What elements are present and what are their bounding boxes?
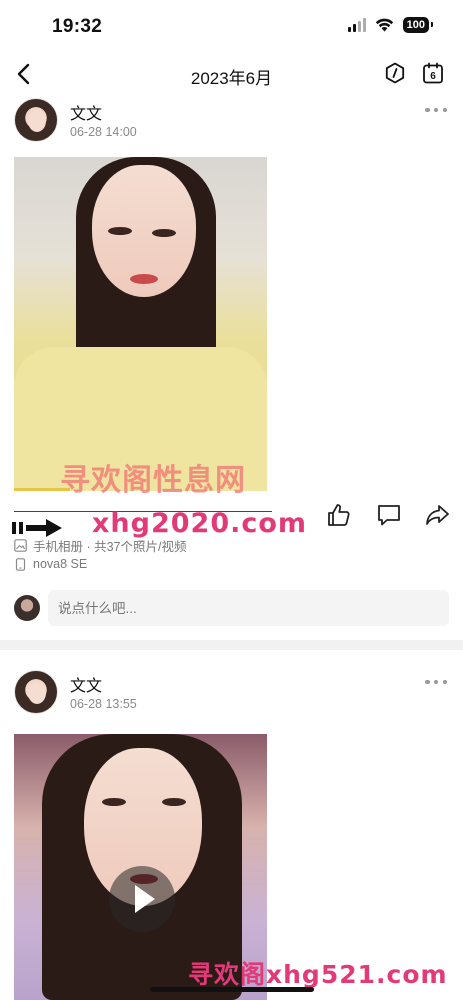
avatar[interactable] [14, 98, 58, 142]
watermark-text: 寻欢阁性息网 [60, 463, 246, 498]
play-button[interactable] [109, 866, 175, 932]
status-bar: 19:32 100 [0, 0, 463, 52]
album-icon [14, 539, 27, 552]
post-time: 06-28 14:00 [70, 125, 137, 139]
device-row: nova8 SE [14, 557, 87, 571]
moments-feed[interactable]: 文文 06-28 14:00 手机相册 · 共37个照片/视频 nova8 SE… [0, 96, 463, 1000]
like-icon[interactable] [326, 502, 352, 528]
watermark-arrow-icon [12, 519, 62, 537]
wifi-icon [375, 18, 393, 32]
post-photo[interactable] [14, 157, 267, 491]
post-header: 文文 06-28 13:55 [14, 670, 449, 718]
post-card: 文文 06-28 13:55 [0, 650, 463, 1000]
watermark-bottom: 寻欢阁xhg521.com [188, 960, 448, 989]
cellular-signal-icon [347, 18, 366, 32]
more-options-button[interactable] [425, 678, 447, 686]
post-card: 文文 06-28 14:00 手机相册 · 共37个照片/视频 nova8 SE… [0, 96, 463, 640]
comment-row [14, 590, 449, 626]
calendar-icon[interactable]: 6 [421, 61, 445, 85]
nav-bar: 2023年6月 6 [0, 52, 463, 96]
feed-divider [0, 640, 463, 650]
author-name[interactable]: 文文 [70, 100, 102, 124]
battery-icon: 100 [402, 17, 434, 33]
device-name: nova8 SE [33, 557, 88, 571]
comment-input[interactable] [48, 590, 449, 626]
nav-actions: 6 [383, 61, 445, 85]
post-header: 文文 06-28 14:00 [14, 98, 449, 146]
status-icons: 100 [347, 17, 434, 33]
hexagon-filter-icon[interactable] [383, 61, 407, 85]
watermark-url: xhg2020.com [92, 508, 308, 539]
calendar-day-label: 6 [430, 71, 436, 82]
share-icon[interactable] [424, 502, 450, 528]
author-name[interactable]: 文文 [70, 672, 102, 696]
post-time: 06-28 13:55 [70, 697, 137, 711]
more-options-button[interactable] [425, 106, 447, 114]
home-indicator[interactable] [150, 987, 314, 992]
my-avatar [14, 595, 40, 621]
avatar[interactable] [14, 670, 58, 714]
phone-icon [15, 557, 26, 571]
comment-icon[interactable] [376, 502, 402, 528]
status-time: 19:32 [52, 16, 103, 37]
